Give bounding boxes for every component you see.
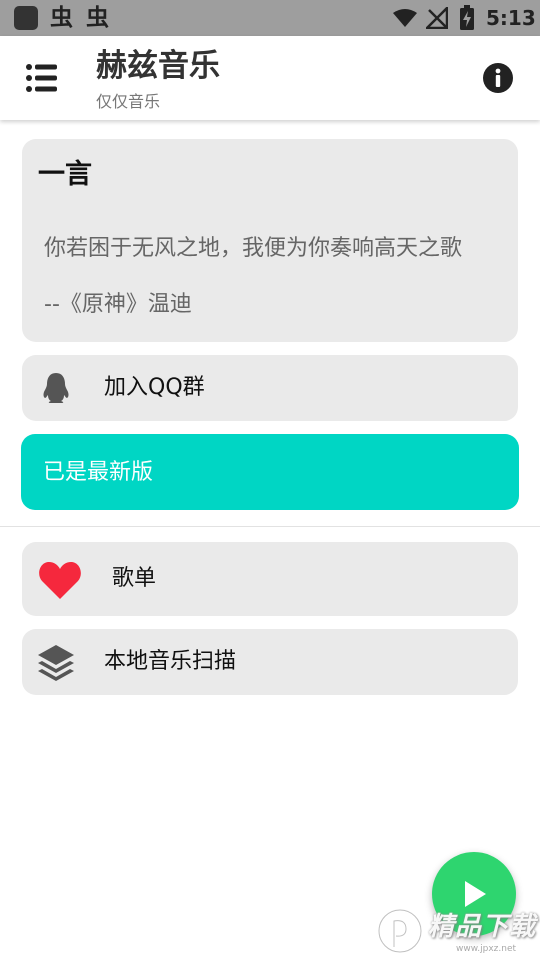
playlist-button[interactable]: 歌单 [22, 542, 518, 616]
notification-bug-icon: 虫 [86, 5, 109, 31]
quote-title: 一言 [38, 159, 92, 190]
version-status-label: 已是最新版 [43, 460, 154, 485]
watermark: 精品下载 www.jpxz.net [372, 905, 540, 960]
quote-source: --《原神》温迪 [44, 292, 192, 317]
watermark-url: www.jpxz.net [456, 944, 517, 954]
app-title: 赫兹音乐 [96, 48, 220, 84]
menu-list-icon[interactable] [24, 60, 60, 96]
local-music-scan-label: 本地音乐扫描 [104, 649, 237, 674]
playlist-label: 歌单 [112, 566, 157, 591]
join-qq-group-button[interactable]: 加入QQ群 [22, 355, 518, 421]
layers-icon [38, 645, 74, 681]
app-icon [14, 6, 38, 30]
join-qq-group-label: 加入QQ群 [104, 375, 205, 400]
app-bar: 赫兹音乐 仅仅音乐 [0, 36, 540, 120]
clock: 5:13 [486, 6, 536, 30]
no-signal-icon [426, 7, 448, 29]
battery-charging-icon [460, 5, 474, 30]
watermark-logo-icon [377, 908, 423, 954]
status-bar: 虫 虫 5:13 [0, 0, 540, 36]
qq-penguin-icon [43, 373, 69, 403]
info-icon[interactable] [482, 62, 514, 94]
local-music-scan-button[interactable]: 本地音乐扫描 [22, 629, 518, 695]
heart-icon [39, 562, 81, 599]
app-subtitle: 仅仅音乐 [96, 92, 161, 111]
play-icon [465, 881, 486, 907]
version-status-button[interactable]: 已是最新版 [21, 434, 519, 510]
notification-bug-icon: 虫 [50, 5, 73, 31]
wifi-icon [393, 9, 417, 27]
quote-card: 一言 你若困于无风之地，我便为你奏响高天之歌 --《原神》温迪 [22, 139, 518, 342]
watermark-text: 精品下载 [428, 912, 537, 942]
quote-text: 你若困于无风之地，我便为你奏响高天之歌 [44, 236, 463, 261]
divider [0, 526, 540, 527]
